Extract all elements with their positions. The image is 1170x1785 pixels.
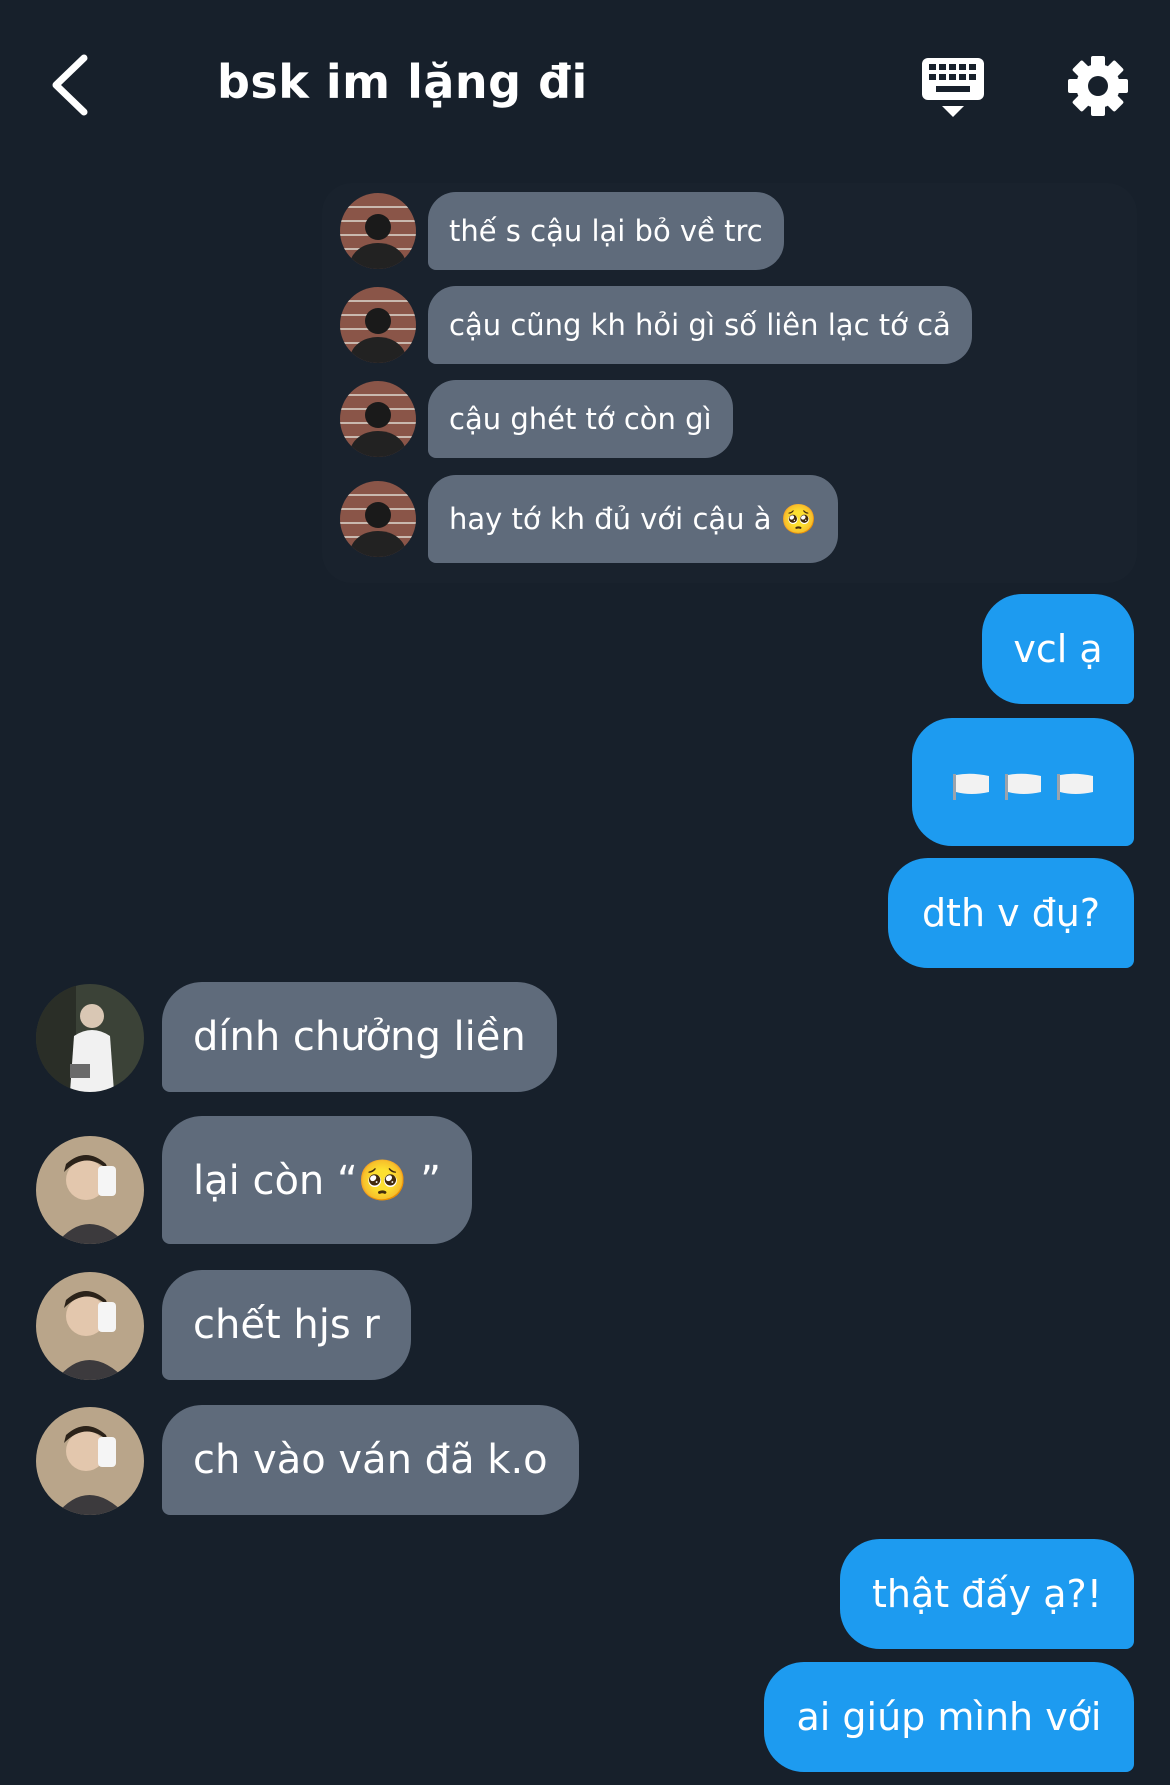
chevron-left-icon	[52, 54, 88, 116]
incoming-bubble[interactable]: ch vào ván đã k.o	[162, 1405, 579, 1515]
incoming-message: lại còn “🥺 ”	[36, 1116, 472, 1244]
incoming-message: chết hjs r	[36, 1270, 411, 1380]
quoted-message: cậu ghét tớ còn gì	[340, 380, 733, 458]
avatar[interactable]	[36, 1272, 144, 1380]
avatar	[340, 481, 416, 557]
keyboard-hide-icon	[922, 58, 984, 117]
incoming-bubble[interactable]: dính chưởng liền	[162, 982, 557, 1092]
white-flag-icon	[951, 767, 991, 800]
avatar	[340, 193, 416, 269]
chat-title[interactable]: bsk im lặng đi	[217, 55, 588, 109]
incoming-bubble[interactable]: lại còn “🥺 ”	[162, 1116, 472, 1244]
back-button[interactable]	[40, 50, 100, 120]
avatar	[340, 381, 416, 457]
outgoing-message[interactable]	[912, 718, 1134, 846]
outgoing-message[interactable]: dth v đụ?	[888, 858, 1134, 968]
avatar	[340, 287, 416, 363]
quoted-bubble: hay tớ kh đủ với cậu à 🥺	[428, 475, 838, 563]
gear-icon	[1068, 56, 1128, 116]
quoted-message: hay tớ kh đủ với cậu à 🥺	[340, 475, 838, 563]
avatar[interactable]	[36, 984, 144, 1092]
avatar[interactable]	[36, 1136, 144, 1244]
keyboard-button[interactable]	[920, 54, 986, 120]
incoming-bubble[interactable]: chết hjs r	[162, 1270, 411, 1380]
quoted-message: thế s cậu lại bỏ về trc	[340, 192, 784, 270]
settings-button[interactable]	[1066, 54, 1130, 118]
quoted-message: cậu cũng kh hỏi gì số liên lạc tớ cả	[340, 286, 972, 364]
white-flag-icon	[1055, 767, 1095, 800]
quoted-bubble: cậu ghét tớ còn gì	[428, 380, 733, 458]
outgoing-message[interactable]: thật đấy ạ?!	[840, 1539, 1134, 1649]
white-flag-icon	[1003, 767, 1043, 800]
incoming-message: dính chưởng liền	[36, 982, 557, 1092]
outgoing-message[interactable]: ai giúp mình với	[764, 1662, 1134, 1772]
quoted-bubble: thế s cậu lại bỏ về trc	[428, 192, 784, 270]
avatar[interactable]	[36, 1407, 144, 1515]
quoted-bubble: cậu cũng kh hỏi gì số liên lạc tớ cả	[428, 286, 972, 364]
outgoing-message[interactable]: vcl ạ	[982, 594, 1134, 704]
chat-header: bsk im lặng đi	[0, 0, 1170, 170]
incoming-message: ch vào ván đã k.o	[36, 1405, 579, 1515]
